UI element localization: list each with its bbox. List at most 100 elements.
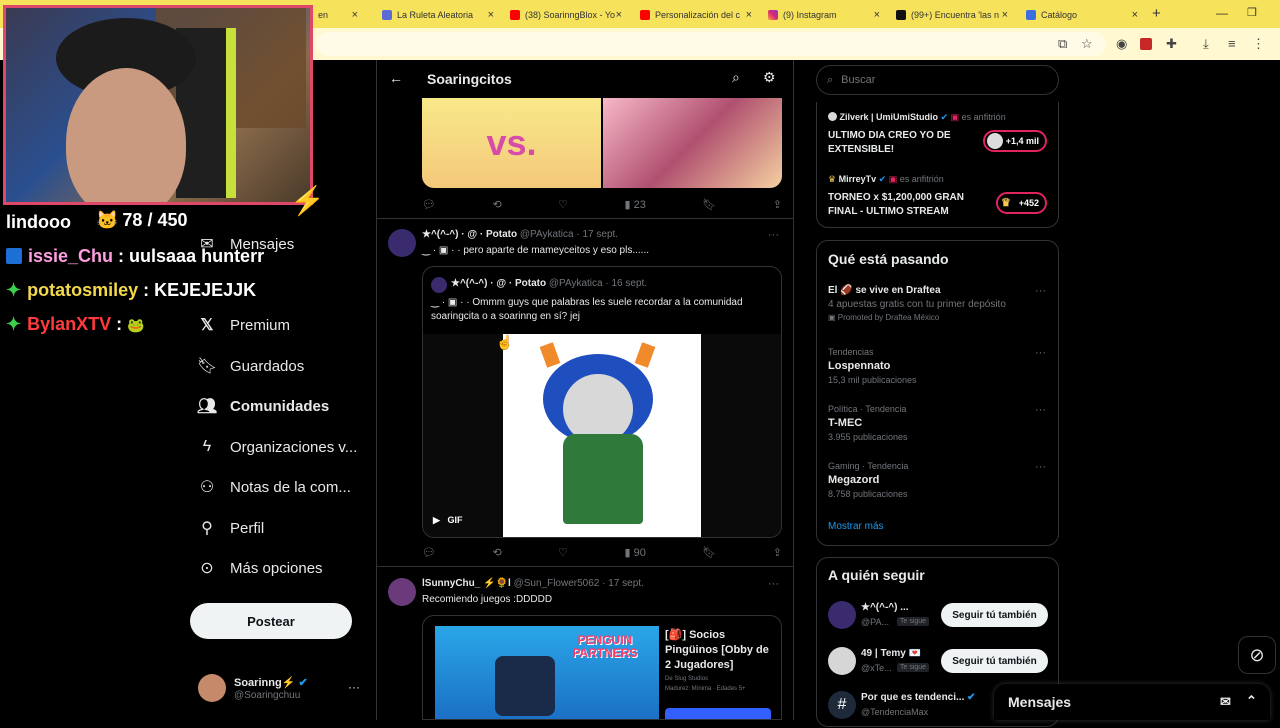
- tab-label: Catálogo: [1041, 10, 1078, 20]
- search-icon[interactable]: ⌕: [732, 69, 740, 86]
- browser-tab[interactable]: Catálogo ×: [1026, 4, 1138, 26]
- trend-item[interactable]: Política · Tendencia T-MEC 3.955 publica…: [828, 404, 908, 442]
- browser-tab[interactable]: (38) SoarinngBlox - Yo ×: [510, 4, 622, 26]
- close-icon[interactable]: ×: [488, 9, 494, 21]
- nav-item-messages[interactable]: ✉ Mensajes: [198, 232, 294, 256]
- gear-icon[interactable]: ⚙: [763, 69, 776, 86]
- link-card[interactable]: PENGUIN PARTNERS [🎒] Socios Pingüinos [O…: [422, 615, 782, 720]
- back-button[interactable]: ←: [389, 70, 403, 86]
- views-stat[interactable]: ▮ 90: [625, 546, 646, 560]
- menu-icon[interactable]: ⋮: [1252, 36, 1265, 52]
- nav-item-organizations[interactable]: ϟ Organizaciones v...: [198, 435, 358, 459]
- bookmark-icon[interactable]: 🔖︎: [702, 546, 716, 559]
- browser-tab[interactable]: (9) Instagram ×: [768, 4, 880, 26]
- follow-button[interactable]: Seguir tú también: [941, 603, 1048, 627]
- retweet-icon[interactable]: ⟲: [492, 546, 501, 559]
- reply-icon[interactable]: 💬︎: [422, 546, 436, 559]
- address-input[interactable]: [316, 32, 1106, 56]
- space-title[interactable]: TORNEO x $1,200,000 GRAN FINAL - ULTIMO …: [828, 191, 988, 219]
- follow-suggestion[interactable]: 49 | Temy 💌 @xTe... Te sigue Seguir tú t…: [817, 642, 1060, 682]
- tweet-date[interactable]: · 17 sept.: [602, 578, 644, 589]
- close-icon[interactable]: ×: [1132, 9, 1138, 21]
- space-title[interactable]: ULTIMO DIA CREO YO DE EXTENSIBLE!: [828, 129, 978, 157]
- install-icon[interactable]: ⧉: [1058, 36, 1067, 52]
- grok-icon[interactable]: ⊘: [1238, 636, 1276, 674]
- space-listeners[interactable]: +1,4 mil: [983, 130, 1047, 152]
- messages-drawer[interactable]: Mensajes ✉ ⌃: [994, 684, 1270, 720]
- new-message-icon[interactable]: ✉: [1220, 694, 1231, 710]
- record-icon[interactable]: ◉: [1116, 36, 1127, 52]
- space-host[interactable]: ♛ MirreyTv ✔ ▣ es anfitrión: [828, 174, 944, 185]
- crown-icon: ♛: [1001, 197, 1011, 209]
- space-listeners[interactable]: ♛ +452: [996, 192, 1047, 214]
- show-more-link[interactable]: Mostrar más: [828, 521, 884, 532]
- quote-media[interactable]: ▶ GIF: [423, 334, 781, 537]
- play-button[interactable]: [665, 708, 771, 719]
- close-icon[interactable]: ×: [874, 9, 880, 21]
- close-icon[interactable]: ×: [352, 9, 358, 21]
- suggestion-handle: @xTe...: [861, 663, 892, 673]
- tweet-handle[interactable]: @PAykatica: [520, 229, 574, 240]
- reply-icon[interactable]: 💬︎: [422, 198, 436, 211]
- suggestion-name: ★^(^-^) ...: [861, 602, 909, 613]
- share-icon[interactable]: ⇪: [773, 546, 782, 559]
- avatar[interactable]: [388, 229, 416, 257]
- close-icon[interactable]: ×: [616, 9, 622, 21]
- nav-item-community-notes[interactable]: ⚇ Notas de la com...: [198, 475, 351, 499]
- browser-tab[interactable]: La Ruleta Aleatoria ×: [382, 4, 494, 26]
- browser-tab[interactable]: Personalización del c ×: [640, 4, 752, 26]
- more-icon[interactable]: ···: [1035, 347, 1046, 359]
- bookmark-icon[interactable]: 🔖︎: [702, 198, 716, 211]
- expand-icon[interactable]: ⌃: [1246, 693, 1257, 709]
- avatar[interactable]: [388, 578, 416, 606]
- more-icon: ⊙: [200, 560, 214, 577]
- search-placeholder: Buscar: [841, 74, 876, 86]
- tweet-author[interactable]: ★^(^-^) · @ · Potato: [422, 229, 517, 240]
- search-input[interactable]: ⌕ Buscar: [816, 65, 1059, 95]
- post-button[interactable]: Postear: [190, 603, 352, 639]
- follow-suggestion[interactable]: ★^(^-^) ... @PA... Te sigue Seguir tú ta…: [817, 596, 1060, 636]
- media-icon[interactable]: ≡: [1228, 36, 1236, 51]
- suggestion-handle: @PA...: [861, 617, 889, 627]
- like-icon[interactable]: ♡: [558, 198, 568, 211]
- avatar: [198, 674, 226, 702]
- nav-item-profile[interactable]: ⚲ Perfil: [198, 516, 264, 540]
- nav-item-bookmarks[interactable]: 🔖︎ Guardados: [197, 354, 304, 378]
- like-icon[interactable]: ♡: [558, 546, 568, 559]
- trend-item[interactable]: Gaming · Tendencia Megazord 8.758 public…: [828, 461, 908, 499]
- download-icon[interactable]: ⤓: [1203, 36, 1209, 52]
- more-icon[interactable]: ···: [768, 578, 779, 590]
- share-icon[interactable]: ⇪: [773, 198, 782, 211]
- star-icon[interactable]: ☆: [1081, 36, 1093, 52]
- retweet-icon[interactable]: ⟲: [492, 198, 501, 211]
- tweet-handle[interactable]: @Sun_Flower5062: [514, 578, 600, 589]
- nav-item-more[interactable]: ⊙ Más opciones: [198, 556, 322, 580]
- browser-tab[interactable]: en ×: [318, 4, 358, 26]
- more-icon[interactable]: ···: [768, 229, 779, 241]
- nav-item-premium[interactable]: 𝕏 Premium: [198, 313, 290, 337]
- more-icon[interactable]: ···: [1035, 404, 1046, 416]
- more-icon[interactable]: ···: [348, 680, 360, 694]
- space-host[interactable]: Zilverk | UmiUmiStudio ✔ ▣ es anfitrión: [828, 112, 1006, 123]
- follow-button[interactable]: Seguir tú también: [941, 649, 1048, 673]
- tweet-media[interactable]: vs.: [422, 98, 782, 188]
- gif-badge[interactable]: ▶ GIF: [433, 515, 462, 526]
- puzzle-icon[interactable]: ✚: [1166, 36, 1177, 52]
- close-icon[interactable]: ×: [746, 9, 752, 21]
- tweet-date[interactable]: · 17 sept.: [576, 229, 618, 240]
- nav-item-communities[interactable]: 👥︎ Comunidades: [197, 394, 329, 418]
- views-stat[interactable]: ▮ 23: [625, 198, 646, 212]
- browser-tab[interactable]: (99+) Encuentra 'las n ×: [896, 4, 1008, 26]
- new-tab-button[interactable]: +: [1152, 5, 1161, 22]
- tweet-author[interactable]: lSunnyChu_ ⚡🌻l: [422, 578, 511, 589]
- minimize-icon[interactable]: —: [1216, 6, 1228, 20]
- restore-icon[interactable]: ❐: [1247, 6, 1257, 19]
- extension-icon[interactable]: [1140, 38, 1152, 50]
- close-icon[interactable]: ×: [1002, 9, 1008, 21]
- promoted-trend[interactable]: El 🏈 se vive en Draftea 4 apuestas grati…: [828, 285, 1048, 322]
- trend-item[interactable]: Tendencias Lospennato 15,3 mil publicaci…: [828, 347, 917, 385]
- more-icon[interactable]: ···: [1035, 461, 1046, 473]
- more-icon[interactable]: ···: [1035, 285, 1046, 297]
- account-switcher[interactable]: Soarinng⚡ ✔ @Soaringchuu ···: [198, 674, 362, 706]
- quote-tweet[interactable]: ★^(^-^) · @ · Potato @PAykatica · 16 sep…: [422, 266, 782, 538]
